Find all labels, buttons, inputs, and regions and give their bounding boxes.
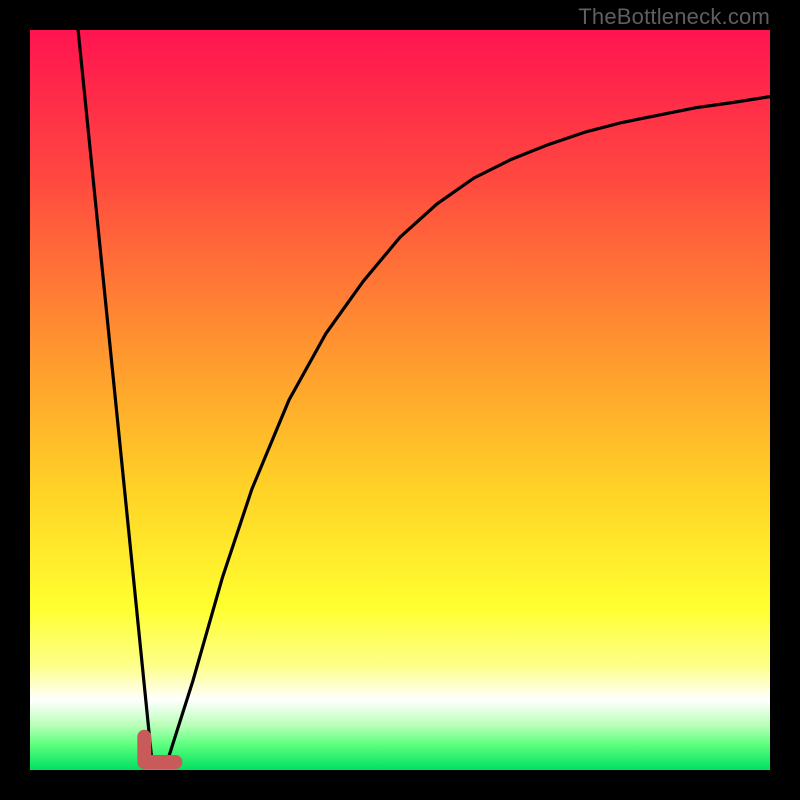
plot-area — [30, 30, 770, 770]
watermark-text: TheBottleneck.com — [578, 4, 770, 30]
optimum-marker — [30, 30, 770, 770]
chart-frame: TheBottleneck.com — [0, 0, 800, 800]
